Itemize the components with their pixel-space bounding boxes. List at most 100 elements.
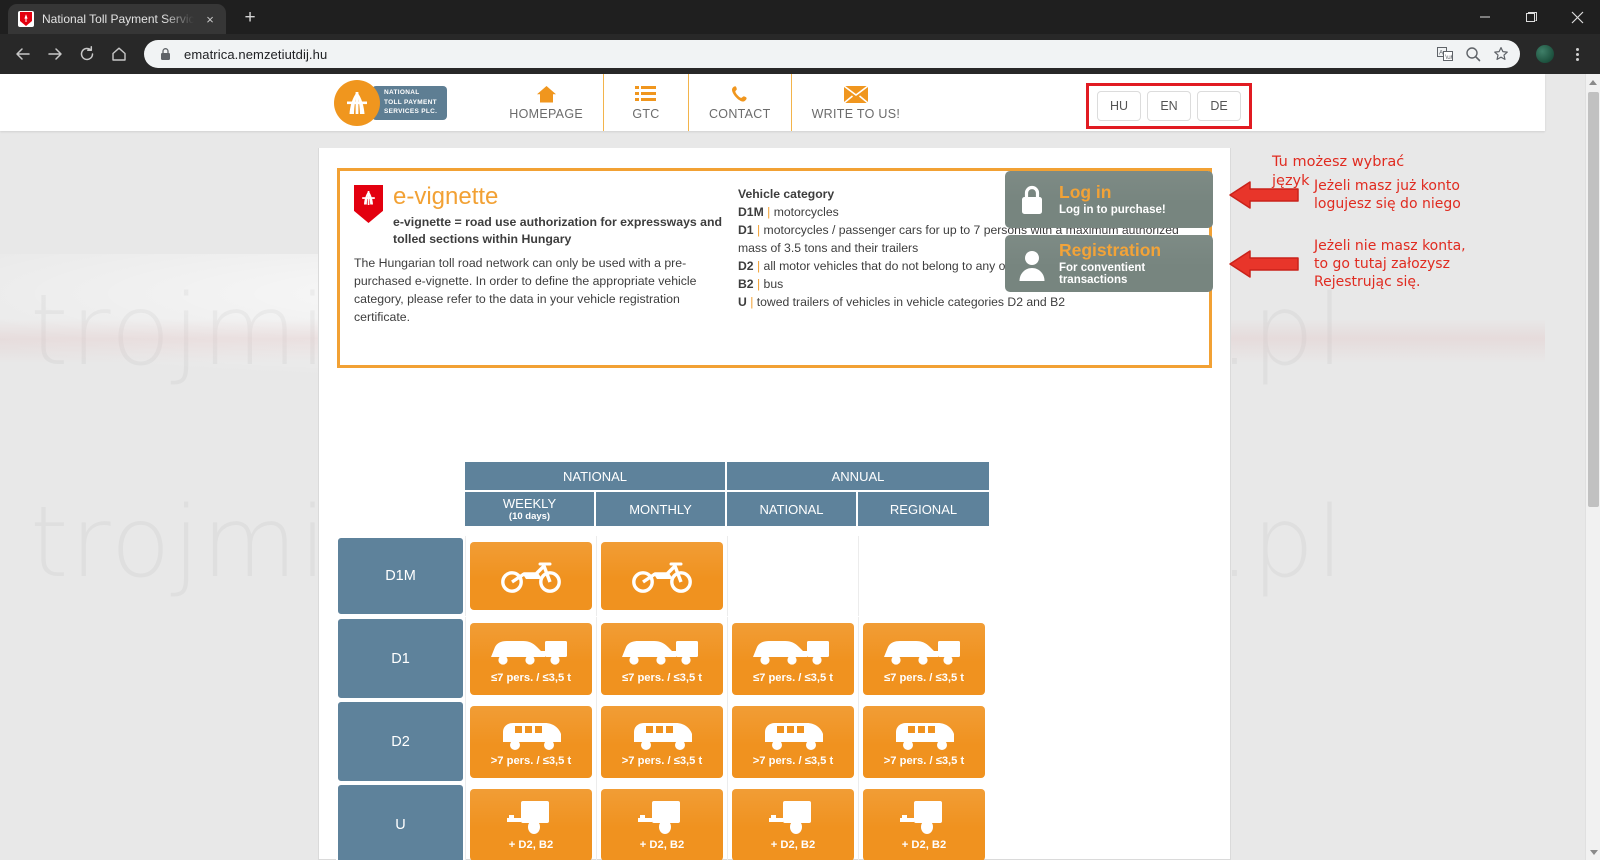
nav-item-write-to-us[interactable]: WRITE TO US!: [790, 74, 921, 131]
site-header: NATIONAL TOLL PAYMENT SERVICES PLC. HOME…: [0, 74, 1545, 131]
column-header-annual-national: NATIONAL: [727, 490, 858, 526]
lock-icon: [156, 45, 174, 63]
motorcycle-icon: [631, 556, 693, 594]
column-label: REGIONAL: [889, 501, 958, 517]
cell-d1m-weekly[interactable]: [470, 542, 592, 610]
language-selector: HU EN DE: [1086, 83, 1252, 129]
cell-u-weekly[interactable]: + D2, B2: [470, 788, 592, 860]
cell-wrap: >7 pers. / ≤3,5 t: [727, 700, 858, 783]
browser-tab[interactable]: National Toll Payment Services Pl ×: [8, 4, 226, 34]
zoom-search-icon[interactable]: [1464, 45, 1482, 63]
car-trailer-icon: [878, 633, 970, 669]
cell-label: >7 pers. / ≤3,5 t: [621, 755, 703, 767]
page-scrollbar[interactable]: [1585, 74, 1600, 860]
evignette-body: The Hungarian toll road network can only…: [354, 255, 697, 325]
bookmark-star-icon[interactable]: [1492, 45, 1510, 63]
cell-wrap: [465, 536, 596, 616]
cell-wrap: ≤7 pers. / ≤3,5 t: [465, 617, 596, 700]
nav-item-gtc[interactable]: GTC: [602, 74, 688, 131]
login-subtitle: Log in to purchase!: [1059, 204, 1166, 217]
reload-icon[interactable]: [72, 39, 102, 69]
row-label-u: U: [336, 783, 465, 860]
address-bar[interactable]: ematrica.nemzetiutdij.hu A\u6587: [144, 40, 1520, 68]
cell-wrap: [858, 536, 989, 616]
cell-d2-monthly[interactable]: >7 pers. / ≤3,5 t: [601, 705, 723, 778]
logo-line-1: NATIONAL: [384, 89, 420, 97]
nav-item-homepage[interactable]: HOMEPAGE: [489, 74, 603, 131]
cell-wrap: + D2, B2: [858, 783, 989, 860]
annotation-registration-text: Jeżeli nie masz konta, to go tutaj załoz…: [1314, 238, 1466, 291]
car-trailer-icon: [616, 633, 708, 669]
van-icon: [495, 716, 567, 752]
page-viewport: trojmiejskamotoryzacja.pl trojmiejskamot…: [0, 74, 1600, 860]
van-icon: [626, 716, 698, 752]
cell-label: ≤7 pers. / ≤3,5 t: [752, 672, 834, 684]
vc-code: D2: [738, 259, 754, 274]
table-row: D2 >7 pers. / ≤3,5 t >7 pers. / ≤3,5 t >…: [336, 700, 989, 783]
scroll-up-icon[interactable]: [1586, 74, 1600, 90]
cell-label: >7 pers. / ≤3,5 t: [883, 755, 965, 767]
cell-wrap: + D2, B2: [596, 783, 727, 860]
kebab-menu-icon[interactable]: [1562, 39, 1592, 69]
profile-avatar[interactable]: [1530, 39, 1560, 69]
car-trailer-icon: [485, 633, 577, 669]
column-header-monthly: MONTHLY: [596, 490, 727, 526]
table-row: D1M: [336, 536, 989, 616]
new-tab-button[interactable]: +: [236, 4, 264, 32]
lang-button-en[interactable]: EN: [1147, 91, 1191, 121]
cell-d1-annual-regional[interactable]: ≤7 pers. / ≤3,5 t: [863, 622, 985, 695]
vc-desc: motorcycles: [773, 205, 839, 220]
forward-icon[interactable]: [40, 39, 70, 69]
close-window-icon[interactable]: [1554, 0, 1600, 34]
maximize-icon[interactable]: [1508, 0, 1554, 34]
hungary-toll-shield-icon: [354, 185, 383, 223]
registration-button[interactable]: Registration For conventient transaction…: [1005, 235, 1213, 292]
nav-item-contact[interactable]: CONTACT: [687, 74, 791, 131]
cell-d1-weekly[interactable]: ≤7 pers. / ≤3,5 t: [470, 622, 592, 695]
group-header-national: NATIONAL: [465, 462, 727, 490]
cell-u-annual-national[interactable]: + D2, B2: [732, 788, 854, 860]
annotation-login-text: Jeżeli masz już konto logujesz się do ni…: [1314, 178, 1461, 213]
table-column-header: WEEKLY (10 days) MONTHLY NATIONAL REGION…: [465, 490, 989, 526]
translate-icon[interactable]: A\u6587: [1436, 45, 1454, 63]
scrollbar-thumb[interactable]: [1588, 92, 1599, 507]
back-icon[interactable]: [8, 39, 38, 69]
cell-d1m-monthly[interactable]: [601, 542, 723, 610]
browser-window: National Toll Payment Services Pl × +: [0, 0, 1600, 860]
cell-d2-weekly[interactable]: >7 pers. / ≤3,5 t: [470, 705, 592, 778]
cell-d2-annual-national[interactable]: >7 pers. / ≤3,5 t: [732, 705, 854, 778]
cell-u-annual-regional[interactable]: + D2, B2: [863, 788, 985, 860]
cell-label: ≤7 pers. / ≤3,5 t: [490, 672, 572, 684]
vc-code: D1M: [738, 205, 764, 220]
cell-wrap: + D2, B2: [465, 783, 596, 860]
row-label-d1m: D1M: [336, 536, 465, 616]
tab-strip: National Toll Payment Services Pl × +: [0, 0, 1600, 34]
scroll-down-icon[interactable]: [1586, 844, 1600, 860]
cell-d1-monthly[interactable]: ≤7 pers. / ≤3,5 t: [601, 622, 723, 695]
site-logo[interactable]: NATIONAL TOLL PAYMENT SERVICES PLC.: [334, 79, 448, 126]
minimize-icon[interactable]: [1462, 0, 1508, 34]
column-label: NATIONAL: [759, 501, 824, 517]
url-text[interactable]: ematrica.nemzetiutdij.hu: [184, 47, 1426, 62]
lang-button-de[interactable]: DE: [1197, 91, 1241, 121]
home-button-icon[interactable]: [104, 39, 134, 69]
cell-label: + D2, B2: [508, 839, 554, 851]
annotation-registration: Jeżeli nie masz konta, to go tutaj załoz…: [1228, 237, 1466, 292]
close-icon[interactable]: ×: [202, 11, 218, 27]
phone-icon: [730, 84, 750, 104]
svg-text:\u6587: \u6587: [1445, 54, 1453, 61]
car-trailer-icon: [747, 633, 839, 669]
vc-code: U: [738, 295, 747, 310]
login-button[interactable]: Log in Log in to purchase!: [1005, 171, 1213, 228]
lang-button-hu[interactable]: HU: [1097, 91, 1141, 121]
cell-u-monthly[interactable]: + D2, B2: [601, 788, 723, 860]
cell-d1-annual-national[interactable]: ≤7 pers. / ≤3,5 t: [732, 622, 854, 695]
vc-code: B2: [738, 277, 754, 292]
trailer-icon: [634, 798, 690, 836]
motorcycle-icon: [500, 556, 562, 594]
cell-d2-annual-regional[interactable]: >7 pers. / ≤3,5 t: [863, 705, 985, 778]
row-label-d1: D1: [336, 617, 465, 700]
logo-line-3: SERVICES PLC.: [384, 108, 438, 116]
column-sublabel: (10 days): [508, 511, 551, 522]
evignette-subtitle: e-vignette = road use authorization for …: [393, 215, 723, 247]
